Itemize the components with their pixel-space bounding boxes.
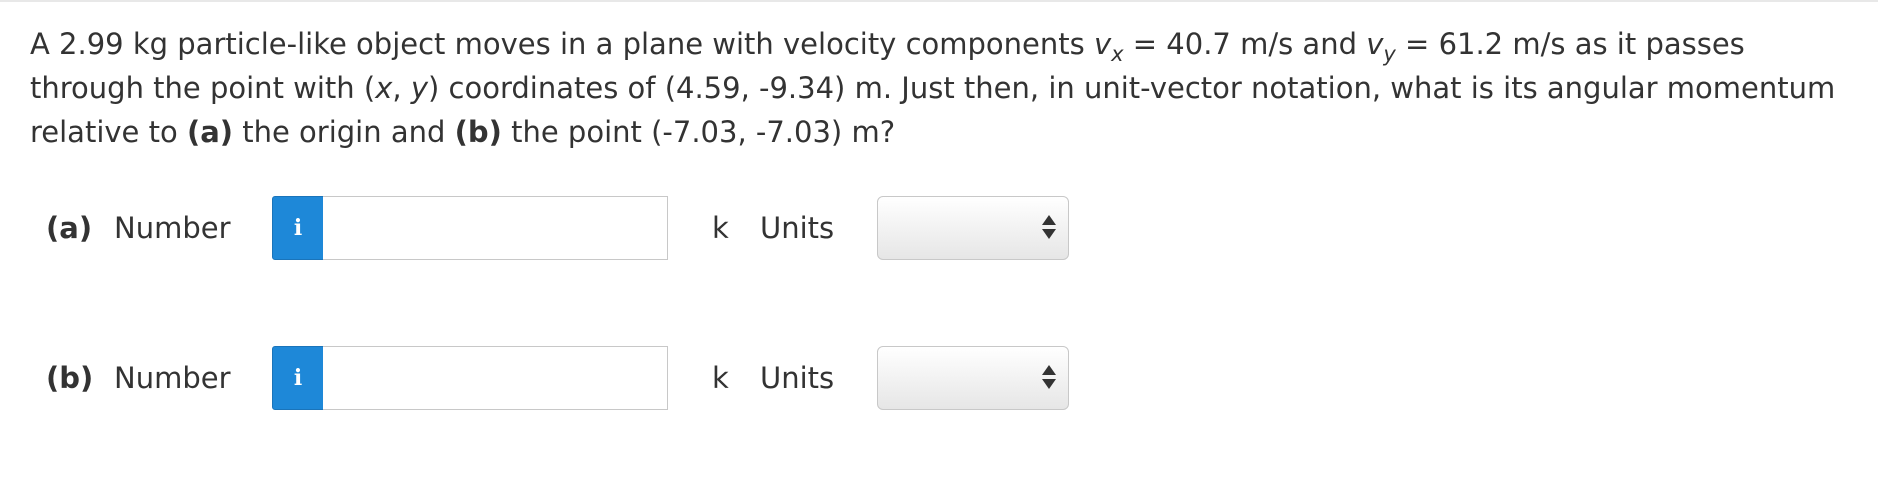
number-label-a: Number	[114, 211, 231, 245]
number-input-a[interactable]	[323, 196, 668, 260]
vx-subscript: x	[1111, 42, 1124, 66]
vy-subscript: y	[1383, 42, 1396, 66]
top-divider	[0, 0, 1878, 2]
part-label-b: (b)	[46, 361, 94, 395]
units-label-a: Units	[760, 211, 835, 245]
question-text-1: A 2.99 kg particle-like object moves in …	[30, 27, 1094, 61]
units-select-b[interactable]	[877, 346, 1069, 410]
vx-symbol: v	[1093, 27, 1112, 61]
up-down-arrows-icon	[1042, 365, 1056, 391]
number-input-b[interactable]	[323, 346, 668, 410]
units-label-b: Units	[760, 361, 835, 395]
question-text-5: the origin and	[233, 115, 455, 149]
part-label-a: (a)	[46, 211, 93, 245]
y-symbol: y	[410, 71, 428, 105]
vy-symbol: v	[1366, 27, 1384, 61]
part-b-ref: (b)	[454, 115, 502, 149]
comma: ,	[392, 71, 411, 105]
part-a-ref: (a)	[186, 115, 234, 149]
units-select-a[interactable]	[877, 196, 1069, 260]
up-down-arrows-icon	[1042, 215, 1056, 241]
answer-row-a: (a) Number i k Units	[0, 196, 1100, 262]
unit-vector-k-b: k	[712, 361, 729, 395]
info-icon: i	[293, 365, 303, 391]
question-text: A 2.99 kg particle-like object moves in …	[30, 22, 1850, 154]
info-button-a[interactable]: i	[272, 196, 324, 260]
question-text-2: = 40.7 m/s and	[1123, 27, 1367, 61]
number-label-b: Number	[114, 361, 231, 395]
answer-row-b: (b) Number i k Units	[0, 346, 1100, 412]
x-symbol: x	[375, 71, 393, 105]
question-text-6: the point (-7.03, -7.03) m?	[501, 115, 896, 149]
info-icon: i	[293, 215, 303, 241]
info-button-b[interactable]: i	[272, 346, 324, 410]
unit-vector-k-a: k	[712, 211, 729, 245]
